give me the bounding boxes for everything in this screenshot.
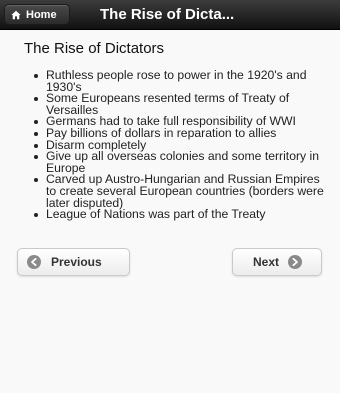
list-item: Ruthless people rose to power in the 192… [34,69,324,93]
next-button-label: Next [253,255,280,269]
previous-button-label: Previous [51,255,102,269]
content-heading: The Rise of Dictators [24,40,165,57]
home-button[interactable]: Home [4,4,70,25]
list-item: Give up all overseas colonies and some t… [34,150,324,174]
list-item: Carved up Austro-Hungarian and Russian E… [34,172,324,210]
header-bar: Home The Rise of Dicta... [0,0,340,30]
arrow-right-circle-icon [288,255,303,269]
arrow-left-circle-icon [27,255,41,269]
bullet-list: Ruthless people rose to power in the 192… [24,69,324,221]
content-area: The Rise of Dictators Ruthless people ro… [24,40,324,221]
next-button[interactable]: Next [232,248,322,276]
list-item: Some Europeans resented terms of Treaty … [34,92,324,116]
page-title: The Rise of Dicta... [100,6,235,23]
list-item: League of Nations was part of the Treaty [34,208,324,221]
home-icon [11,10,21,19]
previous-button[interactable]: Previous [17,248,130,276]
home-button-label: Home [26,8,57,21]
